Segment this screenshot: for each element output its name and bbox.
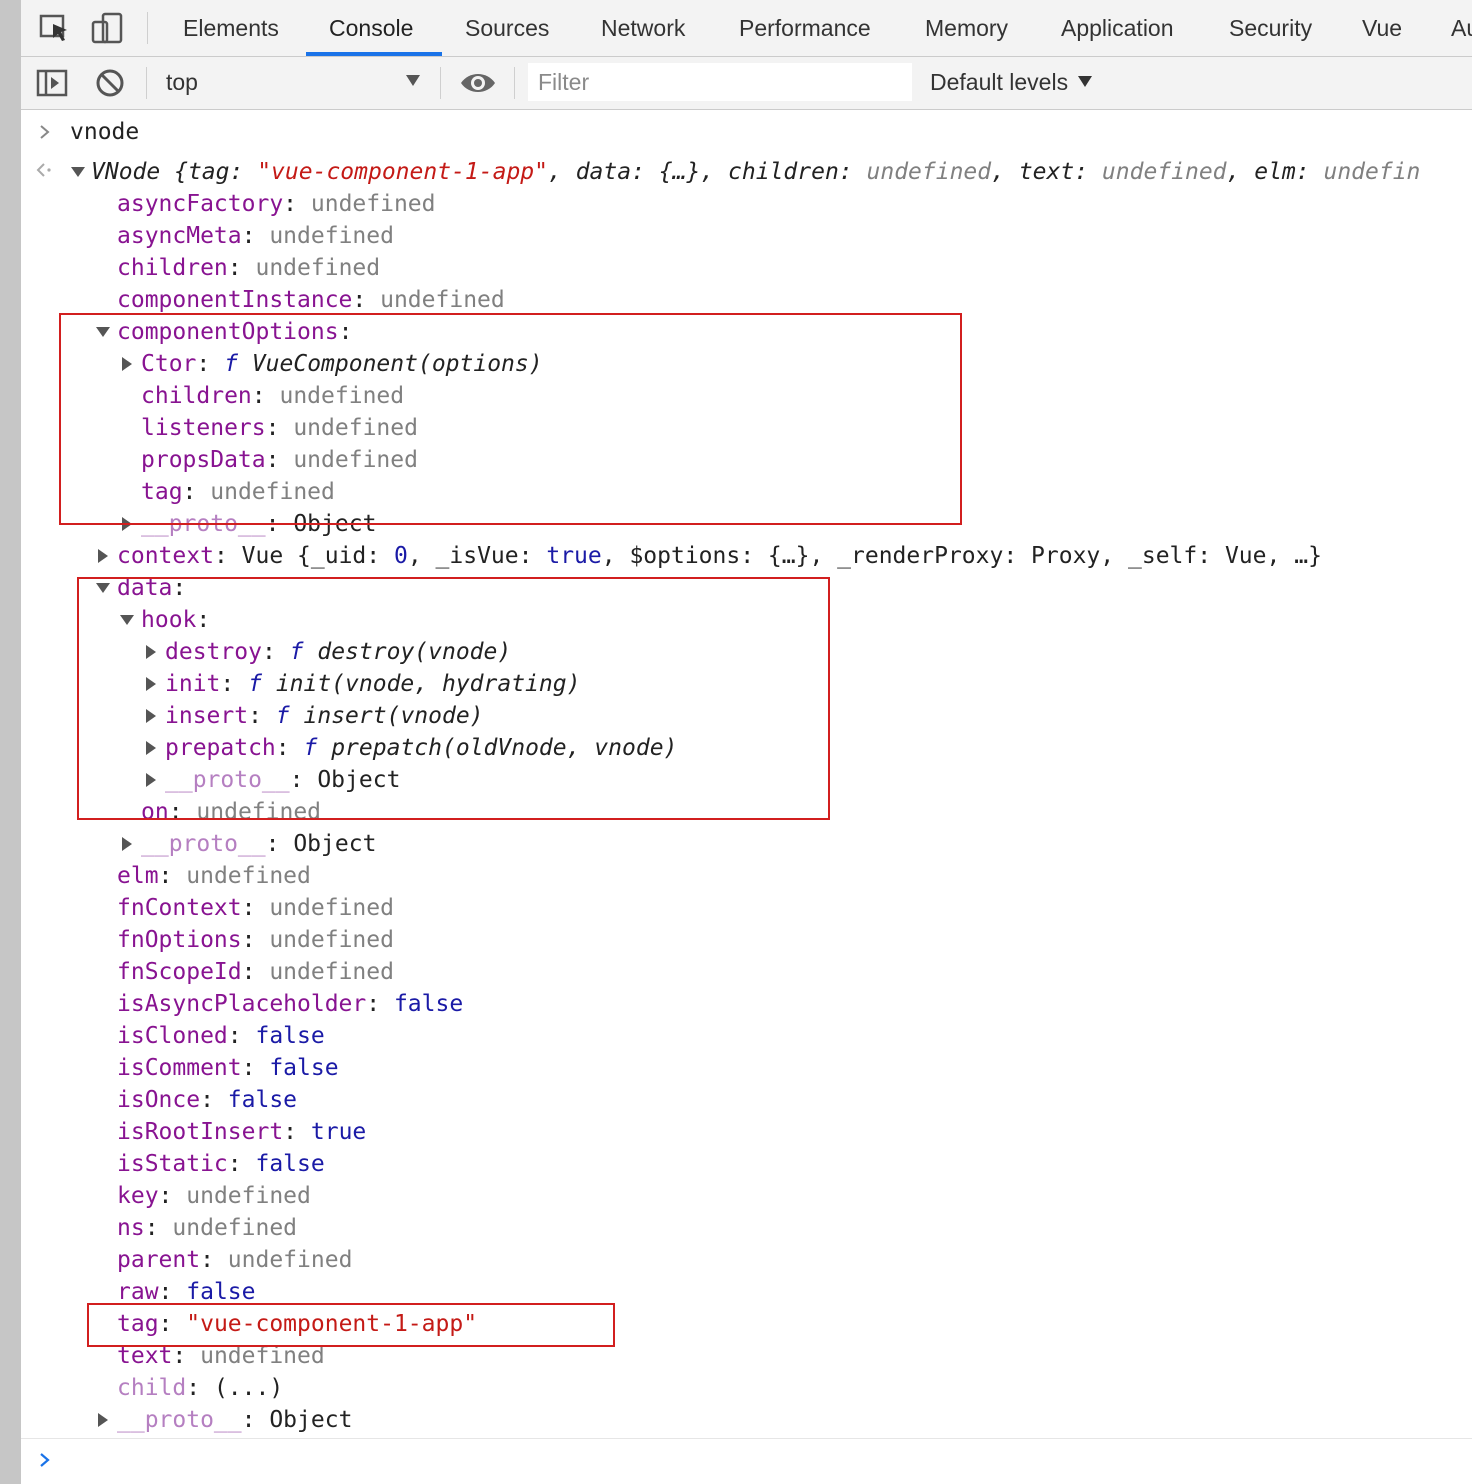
expand-toggle-icon[interactable] [146,741,156,755]
tab-performance[interactable]: Performance [739,0,871,56]
toolbar-separator [146,67,147,99]
tab-sources[interactable]: Sources [465,0,549,56]
tab-security[interactable]: Security [1229,0,1312,56]
prop-row: propsData: undefined [141,447,418,473]
prop-row[interactable]: prepatch: f prepatch(oldVnode, vnode) [165,732,677,764]
prop-row: fnContext: undefined [117,895,394,921]
prop-row[interactable]: __proto__: Object [117,1404,352,1436]
summary-text: , data: {…}, children: [548,159,867,185]
tabbar-separator [147,12,148,44]
expand-toggle-icon[interactable] [122,357,132,371]
prop-row-hook[interactable]: hook: [141,604,210,636]
context-dropdown-arrow-icon[interactable] [406,75,420,86]
tab-application[interactable]: Application [1061,0,1174,56]
prop-row: elm: undefined [117,863,311,889]
prop-row-tag: tag: "vue-component-1-app" [117,1311,478,1337]
prop-row-componentOptions[interactable]: componentOptions: [117,316,352,348]
prop-row: isComment: false [117,1055,339,1081]
prop-row[interactable]: Ctor: f VueComponent(options) [141,348,543,380]
summary-undefined: undefined [1101,159,1227,185]
summary-undefined: undefin [1323,159,1421,185]
log-levels-dropdown[interactable]: Default levels [930,57,1093,109]
prop-row: isOnce: false [117,1087,298,1113]
prompt-divider [21,1438,1472,1439]
levels-dropdown-arrow-icon [1078,76,1093,87]
prop-row: componentInstance: undefined [117,287,505,313]
summary-text: , text: [991,159,1102,185]
prop-row: on: undefined [141,799,322,825]
expand-toggle-icon[interactable] [98,549,108,563]
log-levels-label: Default levels [930,69,1069,95]
filter-input[interactable] [528,63,912,101]
prompt-chevron-icon[interactable] [39,1452,51,1468]
expand-toggle-icon[interactable] [146,709,156,723]
prop-row[interactable]: destroy: f destroy(vnode) [165,636,511,668]
expand-toggle-icon[interactable] [96,327,110,337]
summary-undefined: undefined [866,159,992,185]
tab-elements[interactable]: Elements [183,0,279,56]
prop-row-context[interactable]: context: Vue {_uid: 0, _isVue: true, $op… [117,540,1322,572]
context-selector[interactable]: top [166,57,198,109]
sidebar-toggle-icon[interactable] [35,66,69,100]
prop-row: key: undefined [117,1183,311,1209]
prop-row: asyncFactory: undefined [117,191,436,217]
prop-row: isCloned: false [117,1023,325,1049]
input-chevron-icon [40,125,50,139]
prop-row: text: undefined [117,1343,325,1369]
tab-console[interactable]: Console [329,0,413,56]
summary-key: tag [187,159,230,185]
expand-toggle-icon[interactable] [122,517,132,531]
prop-row[interactable]: __proto__: Object [141,508,376,540]
console-toolbar: top Default levels [21,57,1472,110]
summary-text: , elm: [1226,159,1324,185]
console-input-command: vnode [70,119,140,145]
expand-toggle-icon[interactable] [146,677,156,691]
prop-row[interactable]: init: f init(vnode, hydrating) [165,668,580,700]
prop-row: asyncMeta: undefined [117,223,394,249]
vnode-summary[interactable]: VNode {tag: "vue-component-1-app", data:… [91,156,1420,188]
prop-row: tag: undefined [141,479,335,505]
prop-row: parent: undefined [117,1247,353,1273]
prop-row: isAsyncPlaceholder: false [117,991,464,1017]
expand-toggle-icon[interactable] [120,615,134,625]
console-output: vnode VNode {tag: "vue-component-1-app",… [21,110,1472,1484]
prop-row: ns: undefined [117,1215,298,1241]
prop-row: isRootInsert: true [117,1119,367,1145]
prop-row: listeners: undefined [141,415,418,441]
prop-row: isStatic: false [117,1151,325,1177]
left-gutter [0,0,21,1484]
expand-toggle-icon[interactable] [146,773,156,787]
tab-audits[interactable]: Au [1451,0,1472,56]
prop-row: children: undefined [117,255,381,281]
clear-console-icon[interactable] [93,66,127,100]
devtools-tabbar: Elements Console Sources Network Perform… [21,0,1472,57]
expand-toggle-icon[interactable] [96,583,110,593]
result-arrow-icon [36,163,51,177]
prop-row[interactable]: insert: f insert(vnode) [165,700,484,732]
expand-toggle-icon[interactable] [98,1413,108,1427]
tab-memory[interactable]: Memory [925,0,1008,56]
tab-vue[interactable]: Vue [1362,0,1402,56]
prop-row-data[interactable]: data: [117,572,186,604]
tab-network[interactable]: Network [601,0,685,56]
prop-row: fnOptions: undefined [117,927,394,953]
active-tab-indicator [306,52,442,56]
device-toggle-icon[interactable] [89,10,125,46]
prop-row: fnScopeId: undefined [117,959,394,985]
expand-toggle-icon[interactable] [71,167,85,177]
prop-row: raw: false [117,1279,256,1305]
toolbar-separator [514,67,515,99]
summary-string: "vue-component-1-app" [257,159,548,185]
inspect-element-icon[interactable] [37,10,73,46]
prop-row[interactable]: __proto__: Object [165,764,400,796]
object-type: VNode [91,159,161,185]
expand-toggle-icon[interactable] [146,645,156,659]
eye-icon[interactable] [459,68,497,98]
prop-row: children: undefined [141,383,405,409]
prop-row-getter[interactable]: child: (...) [117,1372,283,1404]
expand-toggle-icon[interactable] [122,837,132,851]
prop-row[interactable]: __proto__: Object [141,828,376,860]
toolbar-separator [440,67,441,99]
